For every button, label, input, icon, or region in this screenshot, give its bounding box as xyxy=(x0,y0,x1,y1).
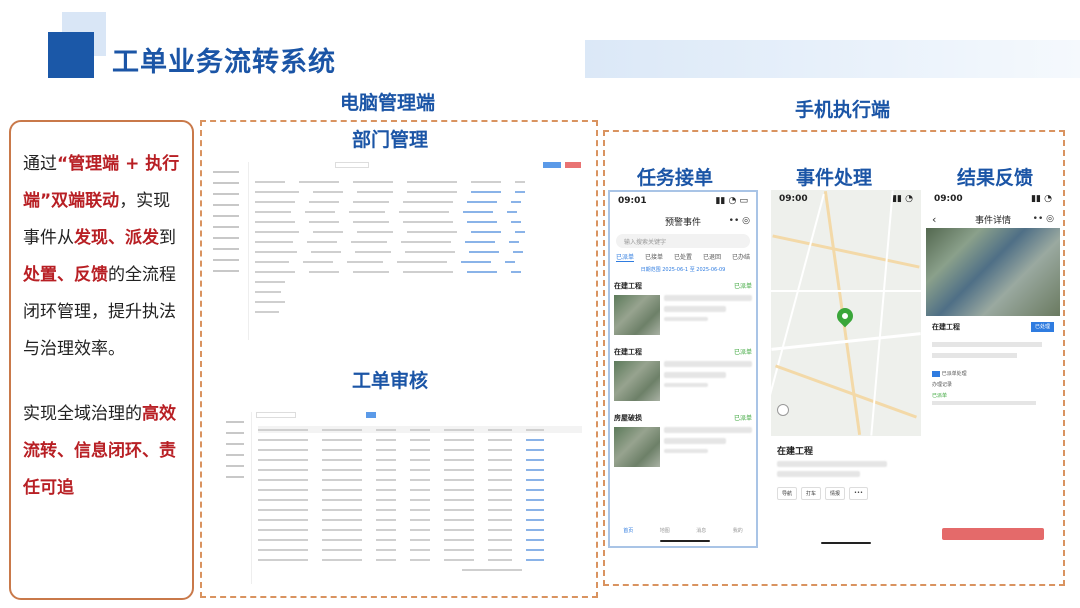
logo-square xyxy=(48,32,94,78)
status-bar: 09:00 ▮▮ ◔ xyxy=(926,190,1060,210)
event-title: 房屋破损 xyxy=(614,414,642,422)
home-indicator xyxy=(660,540,710,542)
summary-paragraph: 通过“管理端 + 执行端”双端联动，实现事件从发现、派发到处置、反馈的全流程闭环… xyxy=(23,146,182,368)
home-indicator xyxy=(821,542,871,544)
locate-icon[interactable] xyxy=(777,404,789,416)
tab-map[interactable]: 地图 xyxy=(660,527,670,534)
phone-label-accept: 任务接单 xyxy=(637,167,714,189)
event-card[interactable] xyxy=(610,357,756,405)
tab-accepted[interactable]: 已接单 xyxy=(645,252,663,262)
header-band xyxy=(585,40,1080,78)
dept-table xyxy=(255,178,592,340)
pc-sidebar xyxy=(220,412,252,584)
summary-text: 实现全域治理的 xyxy=(23,404,142,424)
nav-bar: ‹ 事件详情 •• ◎ xyxy=(926,210,1060,228)
phone-event-handle: 09:00 ▮▮ ◔ 在建工程 导航 打车 情报 ••• xyxy=(771,190,921,548)
status-badge: 已派单 xyxy=(733,349,752,356)
event-title: 在建工程 xyxy=(614,348,642,356)
phone-result-feedback: 09:00 ▮▮ ◔ ‹ 事件详情 •• ◎ 在建工程 已处理 已派单处理 办理记录 已… xyxy=(926,190,1060,548)
page-title: 工单业务流转系统 xyxy=(112,47,336,78)
dispatch-text: 已派单处理 xyxy=(941,371,967,377)
summary-box: 通过“管理端 + 执行端”双端联动，实现事件从发现、派发到处置、反馈的全流程闭环… xyxy=(9,120,194,600)
info-button[interactable]: 情报 xyxy=(825,487,846,500)
map-view[interactable]: 09:00 ▮▮ ◔ xyxy=(771,190,921,436)
pc-section-title: 电脑管理端 xyxy=(340,92,436,114)
signal-icon: ▮▮ ◔ xyxy=(1031,194,1052,204)
nav-title: 事件详情 xyxy=(974,215,1011,226)
status-bar: 09:00 ▮▮ ◔ xyxy=(771,190,921,210)
signal-icon: ▮▮ ◔ ▭ xyxy=(715,196,748,206)
navigate-button[interactable]: 导航 xyxy=(777,487,798,500)
tab-handled[interactable]: 已处置 xyxy=(674,252,692,262)
event-card-header[interactable]: 在建工程 已派单 xyxy=(610,281,756,291)
status-time: 09:00 xyxy=(934,194,963,204)
audit-screenshot xyxy=(220,412,582,584)
tab-dispatched[interactable]: 已派单 xyxy=(616,252,635,262)
result-header: 在建工程 已处理 xyxy=(926,316,1060,338)
tab-closed[interactable]: 已办结 xyxy=(732,252,750,262)
phone-task-accept: 09:01 ▮▮ ◔ ▭ 预警事件 •• ◎ 输入搜索关键字 已派单 已接单 已处置… xyxy=(608,190,758,548)
nav-bar: 预警事件 •• ◎ xyxy=(610,212,756,230)
event-card[interactable] xyxy=(610,291,756,339)
taxi-button[interactable]: 打车 xyxy=(801,487,822,500)
records-heading: 办理记录 xyxy=(932,382,953,388)
event-card[interactable] xyxy=(610,423,756,471)
summary-highlight: 处置、反馈 xyxy=(23,265,108,285)
summary-text: 通过 xyxy=(23,154,57,174)
dept-title: 部门管理 xyxy=(352,129,429,151)
location-pin-icon[interactable] xyxy=(833,304,857,328)
status-time: 09:00 xyxy=(779,194,808,204)
bottom-tabbar: 首页 地图 消息 我的 xyxy=(610,527,756,534)
site-photo[interactable] xyxy=(926,228,1060,316)
event-title: 在建工程 xyxy=(777,447,814,457)
summary-paragraph-2: 实现全域治理的高效流转、信息闭环、责任可追 xyxy=(23,396,182,507)
status-bar: 09:01 ▮▮ ◔ ▭ xyxy=(610,192,756,212)
aerial-thumbnail xyxy=(614,427,660,467)
phone-label-feedback: 结果反馈 xyxy=(957,167,1034,189)
action-bar: 导航 打车 情报 ••• xyxy=(771,481,921,506)
aerial-thumbnail xyxy=(614,361,660,401)
audit-title: 工单审核 xyxy=(352,370,429,392)
event-card-header[interactable]: 房屋破损 已派单 xyxy=(610,413,756,423)
dept-management-screenshot xyxy=(207,162,592,340)
tab-message[interactable]: 消息 xyxy=(696,527,706,534)
date-range[interactable]: 日期范围 2025-06-1 至 2025-06-09 xyxy=(610,266,756,273)
audit-table xyxy=(258,426,582,584)
tab-home[interactable]: 首页 xyxy=(623,527,633,534)
submit-button[interactable] xyxy=(942,528,1044,540)
event-title: 在建工程 xyxy=(932,323,960,331)
dispatch-line: 已派单处理 xyxy=(926,368,1060,379)
status-badge: 已派单 xyxy=(733,283,752,290)
signal-icon: ▮▮ ◔ xyxy=(892,194,913,204)
status-tabs: 已派单 已接单 已处置 已退回 已办结 xyxy=(610,252,756,262)
handled-button[interactable]: 已处理 xyxy=(1030,322,1054,332)
event-card-header[interactable]: 在建工程 已派单 xyxy=(610,347,756,357)
status-badge: 已派单 xyxy=(733,415,752,422)
event-title: 在建工程 xyxy=(614,282,642,290)
more-icon[interactable]: •• ◎ xyxy=(1033,214,1054,224)
summary-text: 到 xyxy=(159,228,176,248)
phone-label-handle: 事件处理 xyxy=(796,167,873,189)
aerial-thumbnail xyxy=(614,295,660,335)
nav-title: 预警事件 xyxy=(664,217,701,228)
pc-sidebar xyxy=(207,162,249,340)
search-input[interactable]: 输入搜索关键字 xyxy=(616,234,750,248)
mobile-section-title: 手机执行端 xyxy=(795,99,891,121)
tab-returned[interactable]: 已退回 xyxy=(703,252,721,262)
back-icon[interactable]: ‹ xyxy=(932,213,936,226)
status-time: 09:01 xyxy=(618,196,647,206)
feedback-status: 已派单 xyxy=(932,393,948,399)
more-icon[interactable]: •• ◎ xyxy=(729,216,750,226)
tab-me[interactable]: 我的 xyxy=(733,527,743,534)
summary-highlight: 发现、派发 xyxy=(74,228,159,248)
more-button[interactable]: ••• xyxy=(849,487,868,500)
